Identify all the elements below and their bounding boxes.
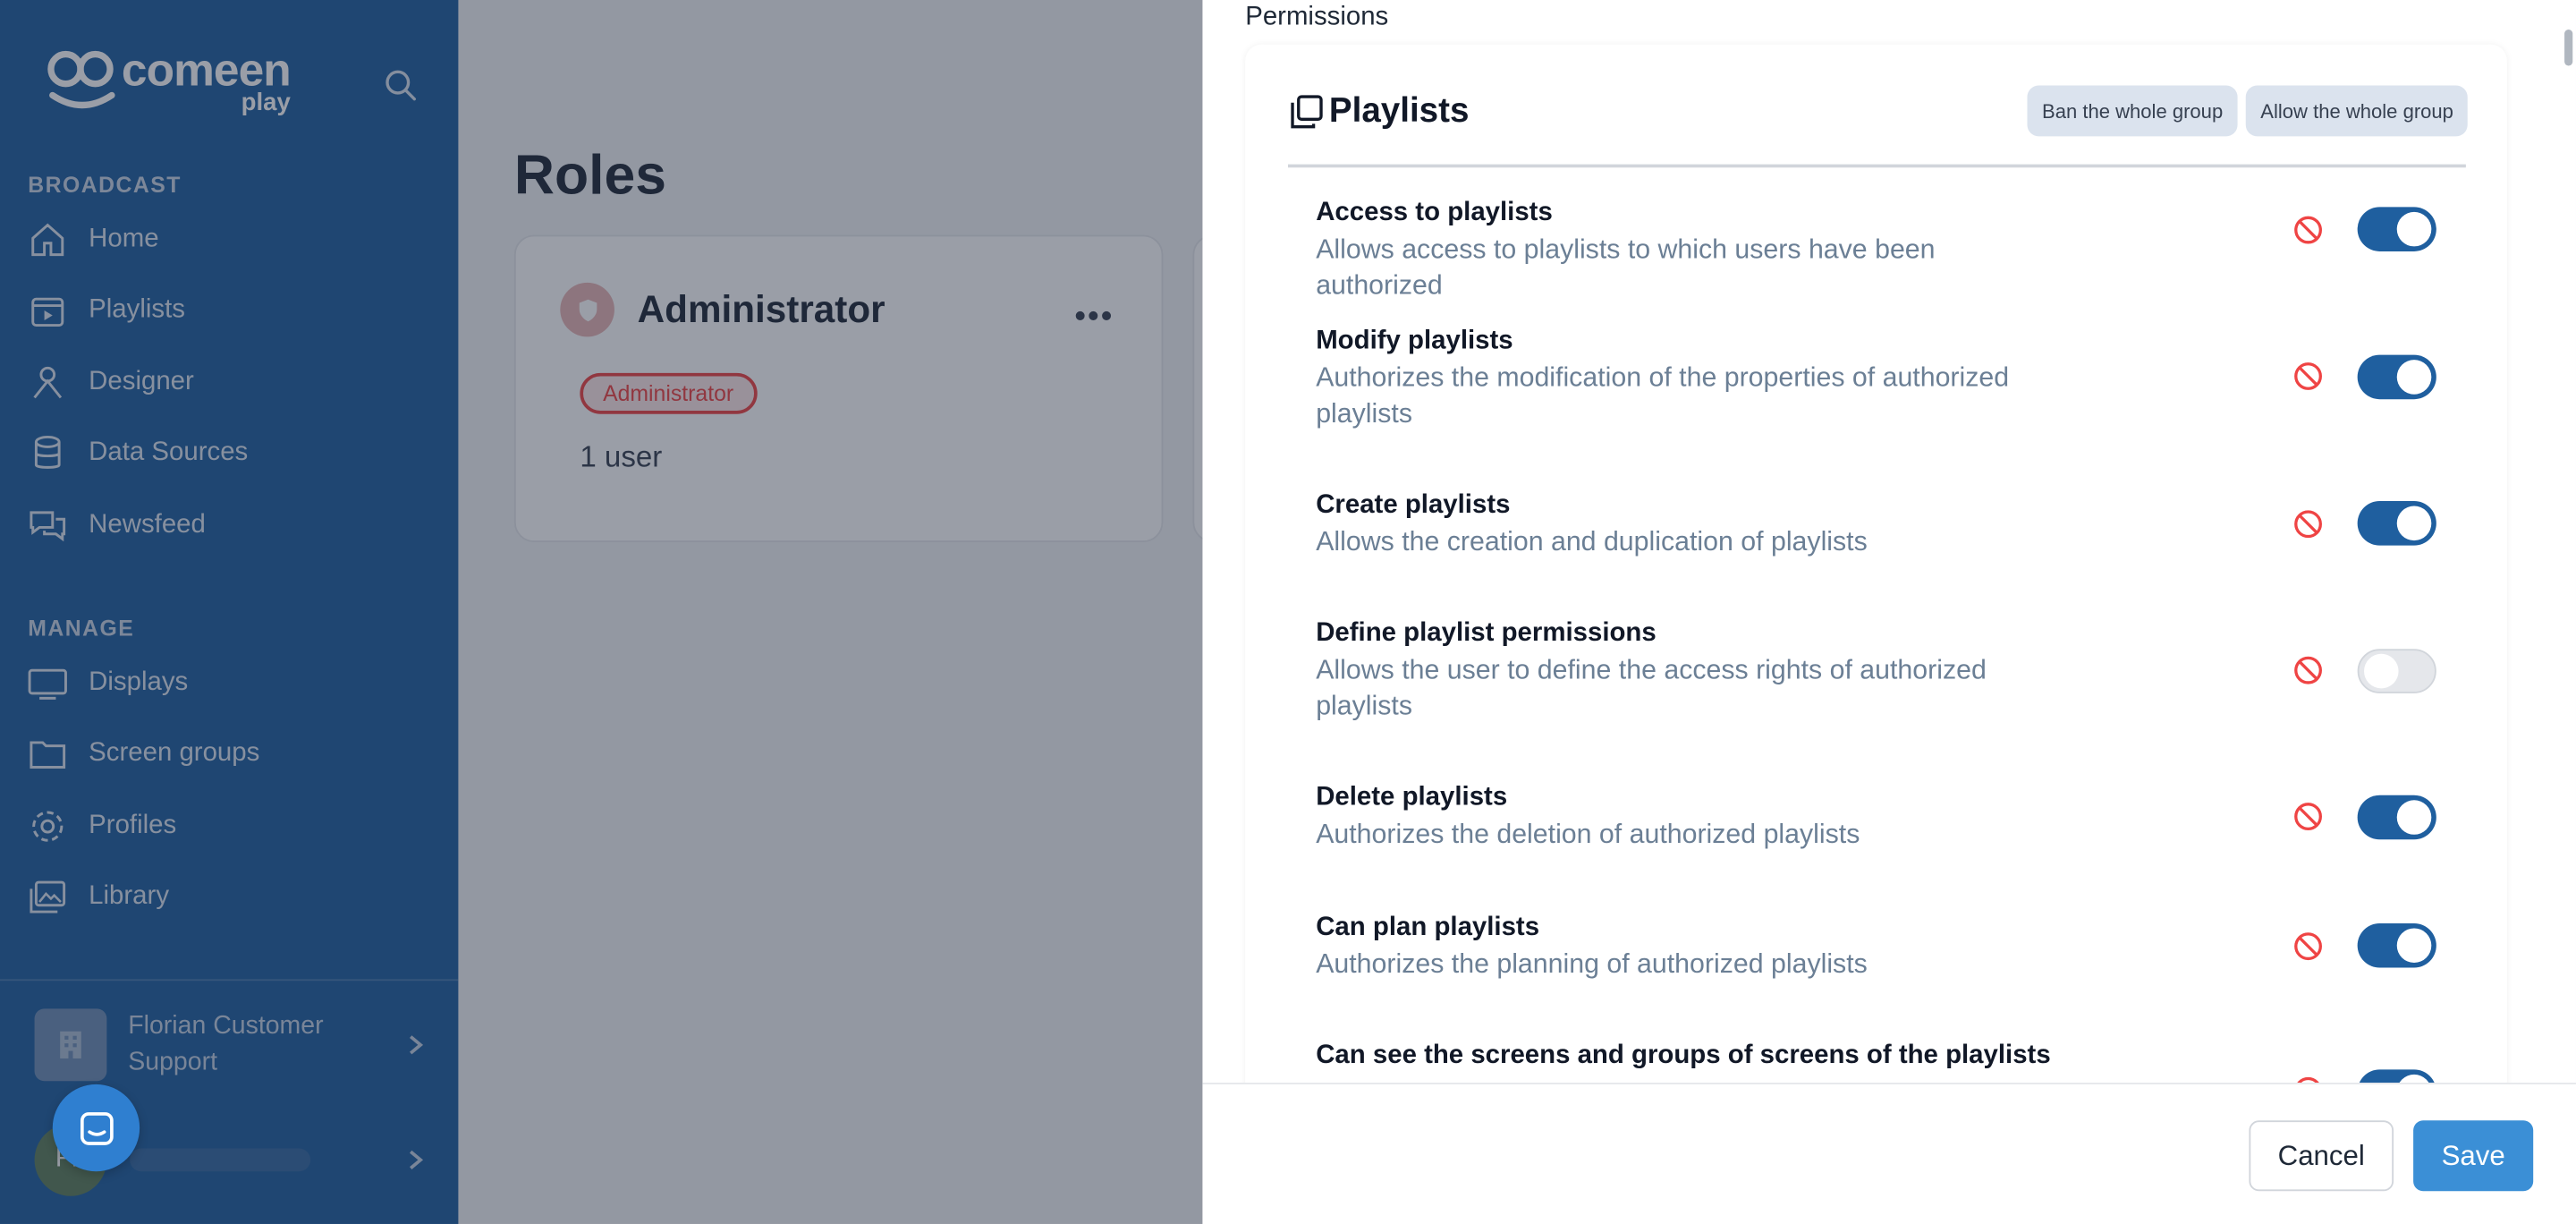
save-button[interactable]: Save — [2413, 1120, 2534, 1192]
permission-description: Authorizes the deletion of authorized pl… — [1316, 820, 1860, 850]
group-divider — [1287, 164, 2466, 167]
permission-description: Allows the creation and duplication of p… — [1316, 527, 1868, 557]
permissions-panel: Permissions Playlists Ban the whole grou… — [1202, 0, 2576, 1224]
permission-title: Modify playlists — [1316, 327, 1513, 355]
permission-title: Define playlist permissions — [1316, 619, 1657, 648]
allow-whole-group-button[interactable]: Allow the whole group — [2245, 85, 2469, 137]
scrollbar[interactable] — [2564, 30, 2573, 66]
permission-row: Access to playlists Allows access to pla… — [1316, 196, 2466, 304]
ban-whole-group-button[interactable]: Ban the whole group — [2027, 85, 2238, 137]
ban-icon[interactable] — [2292, 360, 2325, 393]
permission-description: Allows the user to define the access rig… — [1316, 655, 1987, 722]
ban-icon[interactable] — [2292, 654, 2325, 687]
permission-toggle[interactable] — [2357, 795, 2436, 840]
copy-icon — [1291, 95, 1323, 129]
permission-description: Authorizes the modification of the prope… — [1316, 362, 2010, 429]
permission-title: Can see the screens and groups of screen… — [1316, 1041, 2051, 1070]
group-title: Playlists — [1288, 92, 1469, 132]
permission-toggle[interactable] — [2357, 207, 2436, 251]
permission-toggle[interactable] — [2357, 922, 2436, 968]
permission-toggle[interactable] — [2357, 649, 2436, 693]
panel-heading: Permissions — [1245, 3, 1389, 31]
permission-toggle[interactable] — [2357, 501, 2436, 546]
permission-row: Can see the screens and groups of screen… — [1316, 1038, 2466, 1074]
permission-description: Allows access to playlists to which user… — [1316, 234, 1936, 302]
cancel-button[interactable]: Cancel — [2249, 1120, 2394, 1192]
ban-icon[interactable] — [2292, 930, 2325, 963]
permission-description: Authorizes the planning of authorized pl… — [1316, 949, 1868, 980]
panel-footer: Cancel Save — [1202, 1083, 2576, 1224]
chat-launcher-button[interactable] — [52, 1084, 140, 1172]
ban-icon[interactable] — [2292, 507, 2325, 540]
permission-toggle[interactable] — [2357, 354, 2436, 400]
ban-icon[interactable] — [2292, 214, 2325, 247]
ban-icon[interactable] — [2292, 800, 2325, 833]
chat-icon — [80, 1111, 113, 1144]
modal-backdrop[interactable] — [0, 0, 1203, 1224]
group-title-label: Playlists — [1328, 91, 1470, 131]
permission-group-card: Playlists Ban the whole group Allow the … — [1245, 44, 2507, 1224]
